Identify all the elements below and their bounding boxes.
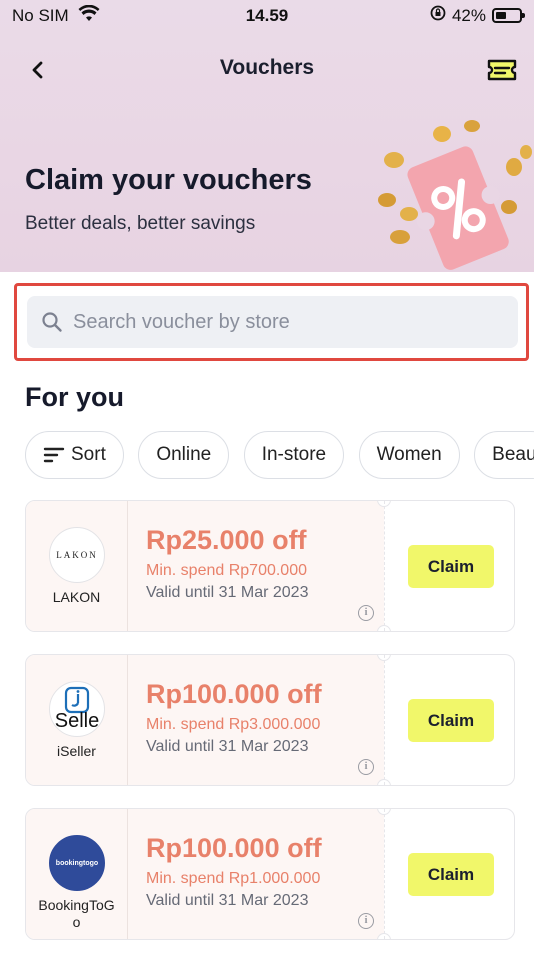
chip-label: In-store	[261, 444, 327, 465]
voucher-card: LAKON LAKON Rp25.000 off Min. spend Rp70…	[25, 500, 515, 632]
chip-women[interactable]: Women	[358, 431, 460, 479]
logo-wordmark: Selle	[54, 710, 100, 732]
orientation-lock-icon	[430, 5, 446, 26]
header-area: No SIM 14.59 42% Vouchers Claim your vou…	[0, 0, 534, 272]
chip-label: Beau	[492, 444, 534, 465]
search-placeholder: Search voucher by store	[73, 310, 290, 333]
filter-chips: Sort Online In-store Women Beau	[25, 431, 534, 481]
search-input[interactable]: Search voucher by store	[27, 296, 518, 348]
chip-label: Women	[376, 444, 442, 465]
min-spend: Min. spend Rp700.000	[146, 562, 307, 579]
voucher-amount: Rp100.000 off	[146, 679, 322, 709]
valid-until: Valid until 31 Mar 2023	[146, 738, 309, 755]
min-spend: Min. spend Rp3.000.000	[146, 716, 321, 733]
sort-icon	[43, 447, 65, 463]
battery-icon	[492, 8, 525, 23]
claim-button[interactable]: Claim	[408, 699, 494, 742]
valid-until: Valid until 31 Mar 2023	[146, 584, 309, 601]
nav-bar: Vouchers	[0, 44, 534, 92]
store-logo: LAKON	[49, 527, 105, 583]
voucher-card: Selle iSeller Rp100.000 off Min. spend R…	[25, 654, 515, 786]
store-logo: bookingtogo	[49, 835, 105, 891]
hero-title: Claim your vouchers	[25, 164, 312, 196]
store-logo: Selle	[49, 681, 105, 737]
store-name: BookingToGo	[38, 897, 115, 930]
voucher-card: bookingtogo BookingToGo Rp100.000 off Mi…	[25, 808, 515, 940]
section-title: For you	[25, 382, 124, 412]
page-title: Vouchers	[219, 56, 315, 79]
store-name: iSeller	[57, 743, 96, 759]
claim-button[interactable]: Claim	[408, 545, 494, 588]
chip-label: Sort	[71, 444, 106, 465]
min-spend: Min. spend Rp1.000.000	[146, 870, 321, 887]
my-vouchers-button[interactable]	[484, 52, 520, 88]
battery-percent: 42%	[451, 5, 486, 25]
store-name: LAKON	[52, 589, 101, 605]
chip-sort[interactable]: Sort	[25, 431, 124, 479]
status-bar: No SIM 14.59 42%	[0, 0, 534, 32]
chip-beauty[interactable]: Beau	[474, 431, 534, 479]
info-icon[interactable]: i	[358, 759, 374, 775]
search-highlight-box: Search voucher by store	[14, 283, 529, 361]
search-icon	[42, 312, 62, 332]
voucher-coins-illustration	[364, 112, 534, 272]
chip-online[interactable]: Online	[138, 431, 230, 479]
valid-until: Valid until 31 Mar 2023	[146, 892, 309, 909]
voucher-amount: Rp25.000 off	[146, 525, 307, 555]
claim-button[interactable]: Claim	[408, 853, 494, 896]
info-icon[interactable]: i	[358, 605, 374, 621]
ticket-icon	[487, 59, 517, 81]
chip-label: Online	[156, 444, 212, 465]
hero-subtitle: Better deals, better savings	[25, 213, 256, 234]
voucher-amount: Rp100.000 off	[146, 833, 322, 863]
logo-wordmark: LAKON	[56, 550, 98, 560]
logo-wordmark: bookingtogo	[55, 859, 99, 867]
info-icon[interactable]: i	[358, 913, 374, 929]
chip-in-store[interactable]: In-store	[243, 431, 345, 479]
